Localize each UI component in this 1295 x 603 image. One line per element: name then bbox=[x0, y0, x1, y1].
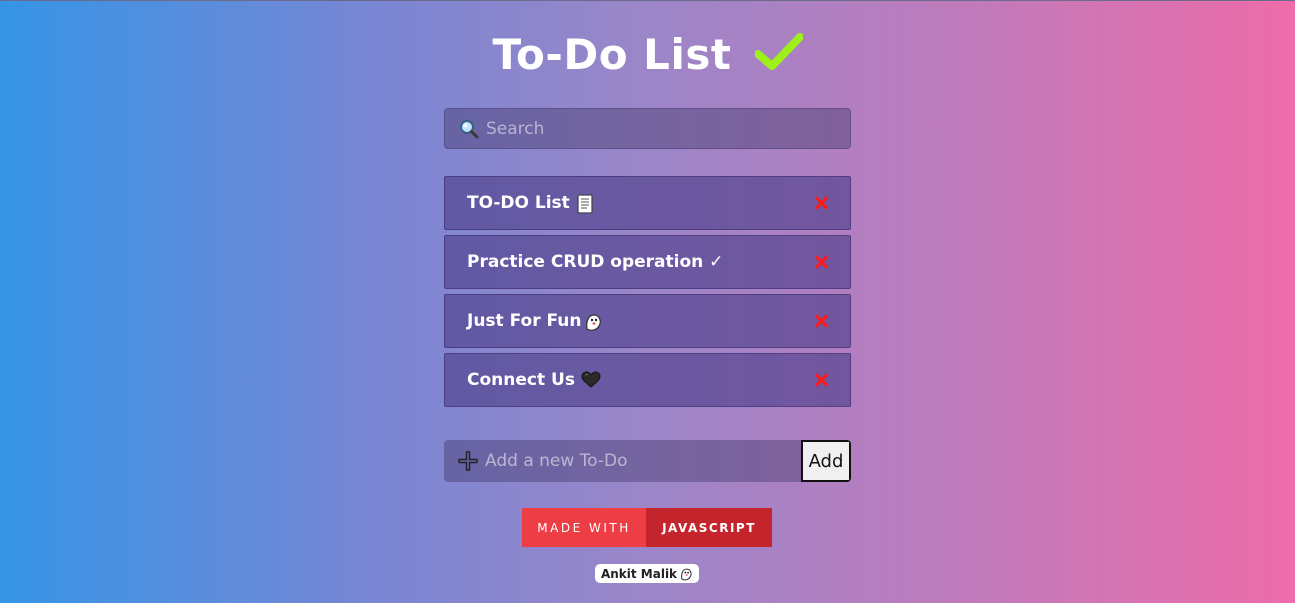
todo-list: TO-DO List Practice CRUD operation ✓ Jus… bbox=[444, 176, 851, 412]
close-icon[interactable] bbox=[814, 255, 828, 269]
page-title: To-Do List bbox=[492, 30, 732, 79]
todo-item-text: TO-DO List bbox=[467, 193, 594, 214]
add-button[interactable]: Add bbox=[801, 440, 851, 482]
black-heart-icon bbox=[581, 371, 601, 389]
todo-item[interactable]: Practice CRUD operation ✓ bbox=[444, 235, 851, 289]
todo-item-text: Just For Fun bbox=[467, 311, 602, 331]
todo-item[interactable]: Just For Fun bbox=[444, 294, 851, 348]
add-todo-form: Add bbox=[444, 440, 851, 482]
ghost-icon bbox=[679, 567, 693, 581]
todo-item-label: TO-DO List bbox=[467, 193, 570, 213]
add-todo-input[interactable] bbox=[478, 440, 801, 482]
todo-item-text: Practice CRUD operation ✓ bbox=[467, 252, 723, 272]
scroll-icon bbox=[576, 194, 594, 214]
ghost-icon bbox=[583, 312, 602, 331]
todo-item-label: Practice CRUD operation ✓ bbox=[467, 252, 724, 272]
check-icon bbox=[753, 32, 804, 72]
close-icon[interactable] bbox=[814, 373, 828, 387]
search-icon bbox=[458, 118, 480, 140]
todo-item[interactable]: TO-DO List bbox=[444, 176, 851, 230]
made-with-badge: MADE WITH JAVASCRIPT bbox=[522, 508, 772, 547]
todo-item[interactable]: Connect Us bbox=[444, 353, 851, 407]
close-icon[interactable] bbox=[814, 196, 828, 210]
add-todo-field bbox=[444, 440, 801, 482]
author-link[interactable]: Ankit Malik bbox=[595, 564, 699, 583]
plus-icon bbox=[458, 451, 478, 471]
badge-javascript: JAVASCRIPT bbox=[646, 508, 772, 547]
close-icon[interactable] bbox=[814, 314, 828, 328]
todo-item-label: Connect Us bbox=[467, 370, 575, 390]
page-header: To-Do List bbox=[0, 29, 1295, 85]
author-name: Ankit Malik bbox=[600, 566, 678, 581]
search-input[interactable] bbox=[480, 108, 850, 149]
badge-made-with: MADE WITH bbox=[522, 508, 646, 547]
todo-item-text: Connect Us bbox=[467, 370, 601, 390]
todo-item-label: Just For Fun bbox=[467, 311, 582, 331]
search-form bbox=[444, 108, 851, 149]
